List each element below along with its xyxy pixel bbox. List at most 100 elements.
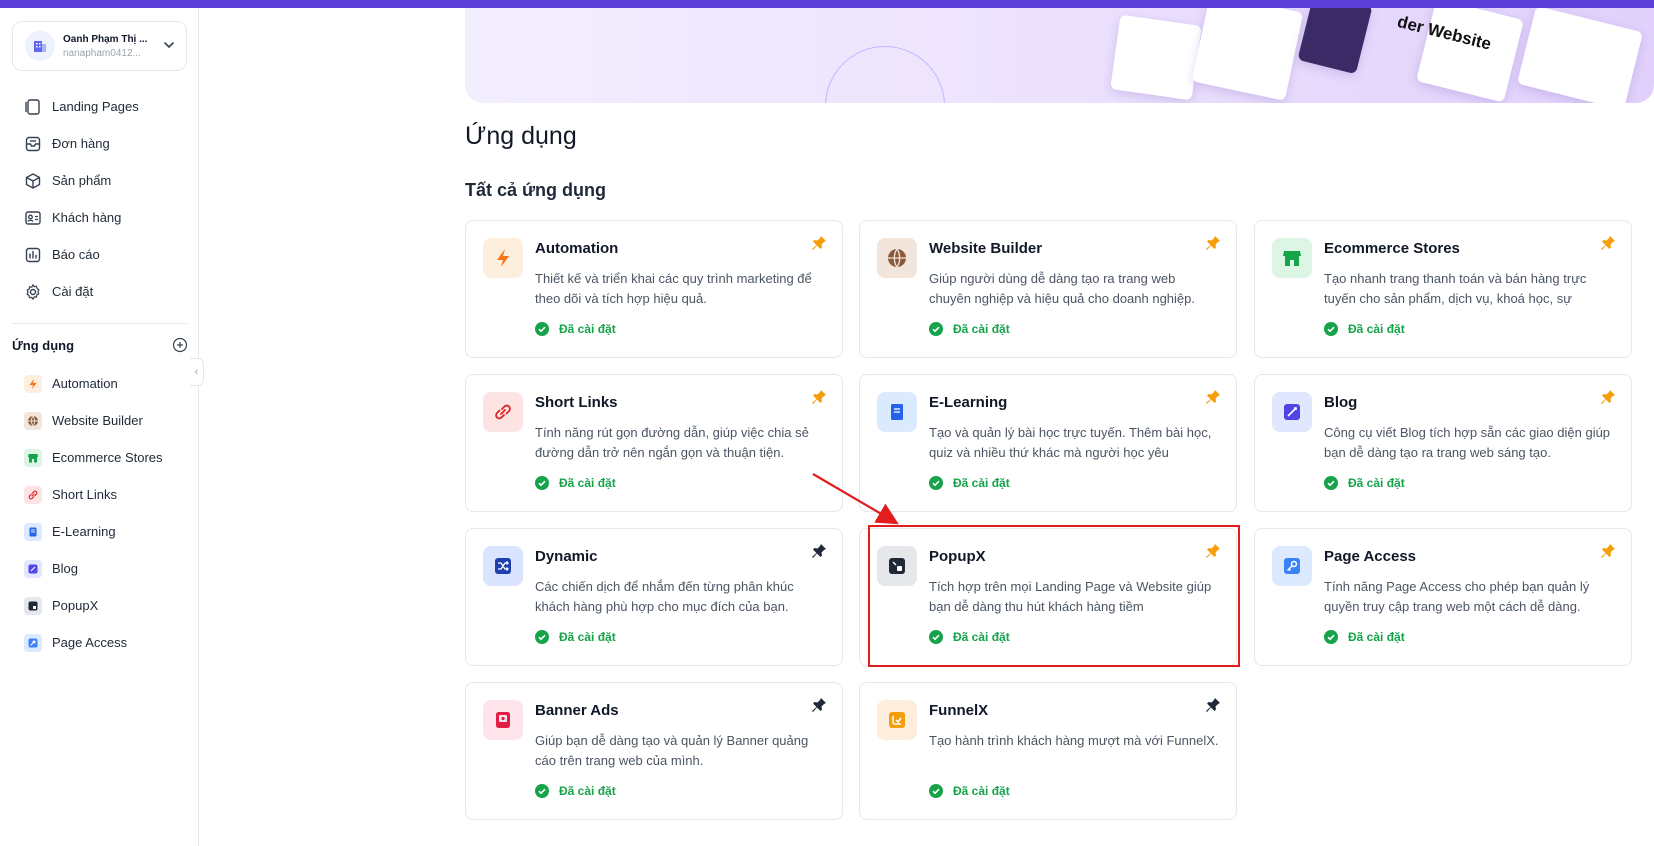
check-circle-icon: [1324, 322, 1338, 336]
nav-item-settings[interactable]: Cài đặt: [12, 273, 187, 310]
app-card-funnelx[interactable]: FunnelX Tạo hành trình khách hàng mượt m…: [859, 682, 1237, 820]
website-builder-icon: [877, 238, 917, 278]
app-card-title: E-Learning: [929, 394, 1008, 411]
app-card-title: FunnelX: [929, 702, 989, 719]
add-app-icon[interactable]: [172, 337, 188, 353]
chevron-down-icon: [164, 42, 174, 49]
automation-icon: [24, 374, 42, 393]
app-card-title: Short Links: [535, 394, 618, 411]
sidebar-collapse-button[interactable]: ‹: [190, 358, 204, 386]
settings-icon: [26, 283, 40, 300]
app-card-title: Blog: [1324, 394, 1358, 411]
top-bar: [0, 0, 1654, 8]
customers-icon: [25, 210, 41, 225]
check-circle-icon: [1324, 476, 1338, 490]
installed-status: Đã cài đặt: [929, 322, 1010, 336]
check-circle-icon: [535, 476, 549, 490]
blog-icon: [24, 559, 42, 578]
pin-icon[interactable]: [811, 697, 827, 713]
pin-icon[interactable]: [811, 389, 827, 405]
pin-icon[interactable]: [1600, 543, 1616, 559]
nav-item-products[interactable]: Sản phẩm: [12, 162, 187, 199]
elearning-icon: [24, 522, 42, 541]
apps-section-header: Ứng dụng: [12, 337, 188, 353]
status-label: Đã cài đặt: [953, 630, 1010, 644]
hero-mockup: [1191, 8, 1304, 101]
app-card-title: Automation: [535, 240, 619, 257]
app-card-description: Giúp người dùng dễ dàng tạo ra trang web…: [929, 271, 1195, 306]
sidebar-app-automation[interactable]: Automation: [12, 365, 187, 402]
hero-decoration-circle: [825, 46, 945, 103]
sidebar-app-popupx[interactable]: PopupX: [12, 587, 187, 624]
app-card-description: Tính năng Page Access cho phép bạn quản …: [1324, 579, 1590, 614]
app-card-dynamic[interactable]: Dynamic Các chiến dịch để nhắm đến từng …: [465, 528, 843, 666]
hero-mockup: [1297, 8, 1373, 75]
sidebar-app-label: Ecommerce Stores: [52, 450, 163, 465]
installed-status: Đã cài đặt: [929, 630, 1010, 644]
status-label: Đã cài đặt: [953, 476, 1010, 490]
sidebar-app-blog[interactable]: Blog: [12, 550, 187, 587]
sidebar-app-label: Short Links: [52, 487, 118, 502]
sidebar-app-ecommerce[interactable]: Ecommerce Stores: [12, 439, 187, 476]
app-card-popupx[interactable]: PopupX Tích hợp trên mọi Landing Page và…: [859, 528, 1237, 666]
app-card-short-links[interactable]: Short Links Tính năng rút gọn đường dẫn,…: [465, 374, 843, 512]
hero-banner: [465, 8, 1654, 103]
app-card-ecommerce-stores[interactable]: Ecommerce Stores Tạo nhanh trang thanh t…: [1254, 220, 1632, 358]
sidebar: Oanh Phạm Thị ... nanapham0412... Landin…: [0, 8, 199, 846]
blog-icon: [1272, 392, 1312, 432]
status-label: Đã cài đặt: [1348, 322, 1405, 336]
app-card-title: PopupX: [929, 548, 986, 565]
status-label: Đã cài đặt: [953, 322, 1010, 336]
nav-item-landing-pages[interactable]: Landing Pages: [12, 88, 187, 125]
sidebar-app-short-links[interactable]: Short Links: [12, 476, 187, 513]
app-card-blog[interactable]: Blog Công cụ viết Blog tích hợp sẵn các …: [1254, 374, 1632, 512]
app-card-website-builder[interactable]: Website Builder Giúp người dùng dễ dàng …: [859, 220, 1237, 358]
pin-icon[interactable]: [811, 543, 827, 559]
main-nav: Landing Pages Đơn hàng Sản phẩm Khách hà…: [12, 88, 187, 310]
page-access-icon: [1272, 546, 1312, 586]
app-card-automation[interactable]: Automation Thiết kế và triển khai các qu…: [465, 220, 843, 358]
nav-label: Đơn hàng: [52, 136, 110, 151]
products-icon: [25, 172, 41, 189]
status-label: Đã cài đặt: [953, 784, 1010, 798]
pin-icon[interactable]: [1205, 543, 1221, 559]
sidebar-app-label: Blog: [52, 561, 79, 576]
app-card-banner-ads[interactable]: Banner Ads Giúp bạn dễ dàng tạo và quản …: [465, 682, 843, 820]
pin-icon[interactable]: [1205, 697, 1221, 713]
pin-icon[interactable]: [1600, 235, 1616, 251]
app-card-title: Banner Ads: [535, 702, 619, 719]
popupx-icon: [24, 596, 42, 615]
nav-item-customers[interactable]: Khách hàng: [12, 199, 187, 236]
status-label: Đã cài đặt: [559, 322, 616, 336]
app-card-description: Tạo và quản lý bài học trực tuyến. Thêm …: [929, 425, 1212, 460]
check-circle-icon: [1324, 630, 1338, 644]
account-switcher[interactable]: Oanh Phạm Thị ... nanapham0412...: [12, 21, 187, 71]
app-card-description: Các chiến dịch để nhắm đến từng phân khú…: [535, 579, 794, 614]
sidebar-app-page-access[interactable]: Page Access: [12, 624, 187, 661]
apps-section-title: Ứng dụng: [12, 337, 75, 353]
app-card-title: Dynamic: [535, 548, 598, 565]
website-builder-icon: [24, 411, 42, 430]
ecommerce-icon: [24, 448, 42, 467]
pin-icon[interactable]: [1205, 389, 1221, 405]
pin-icon[interactable]: [1600, 389, 1616, 405]
status-label: Đã cài đặt: [1348, 630, 1405, 644]
sidebar-app-website-builder[interactable]: Website Builder: [12, 402, 187, 439]
short-links-icon: [24, 485, 42, 504]
installed-status: Đã cài đặt: [535, 784, 616, 798]
pin-icon[interactable]: [811, 235, 827, 251]
installed-status: Đã cài đặt: [1324, 630, 1405, 644]
automation-icon: [483, 238, 523, 278]
pin-icon[interactable]: [1205, 235, 1221, 251]
nav-item-reports[interactable]: Báo cáo: [12, 236, 187, 273]
sidebar-app-elearning[interactable]: E-Learning: [12, 513, 187, 550]
installed-status: Đã cài đặt: [929, 784, 1010, 798]
reports-icon: [25, 247, 41, 262]
nav-item-orders[interactable]: Đơn hàng: [12, 125, 187, 162]
app-card-page-access[interactable]: Page Access Tính năng Page Access cho ph…: [1254, 528, 1632, 666]
app-card-description: Tạo hành trình khách hàng mượt mà với Fu…: [929, 733, 1219, 748]
sidebar-app-label: PopupX: [52, 598, 99, 613]
sidebar-app-label: Website Builder: [52, 413, 143, 428]
status-label: Đã cài đặt: [559, 630, 616, 644]
app-card-elearning[interactable]: E-Learning Tạo và quản lý bài học trực t…: [859, 374, 1237, 512]
